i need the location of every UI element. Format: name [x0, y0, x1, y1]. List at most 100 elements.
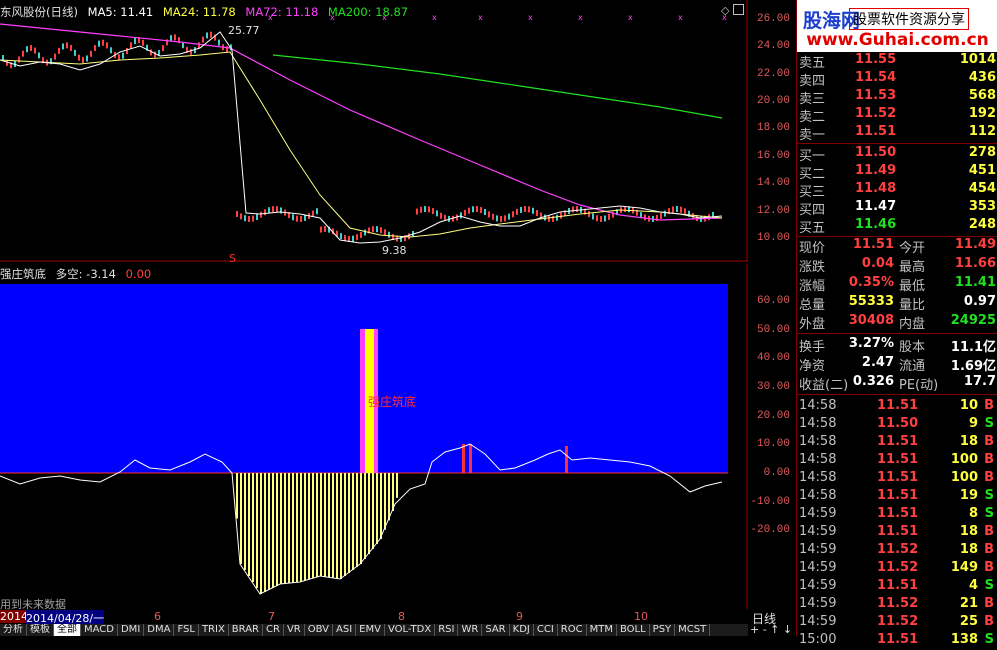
candle	[672, 206, 674, 213]
orderbook-row[interactable]: 买三 11.48 454	[799, 181, 996, 200]
tab-cr[interactable]: CR	[263, 624, 284, 636]
candle	[684, 208, 686, 215]
tab-boll[interactable]: BOLL	[617, 624, 650, 636]
tick-volume: 9	[968, 416, 978, 431]
indicator-bar	[360, 473, 362, 564]
tick-price: 11.51	[877, 398, 919, 413]
tab-dmi[interactable]: DMI	[118, 624, 145, 636]
y-tick: 10.00	[756, 438, 790, 450]
orderbook-row[interactable]: 卖三 11.53 568	[799, 88, 996, 107]
tab-mtm[interactable]: MTM	[587, 624, 617, 636]
candle	[130, 42, 132, 49]
candle	[420, 206, 422, 213]
candle	[644, 214, 646, 221]
tab-cci[interactable]: CCI	[534, 624, 558, 636]
candle	[552, 215, 554, 222]
tab-dma[interactable]: DMA	[144, 624, 175, 636]
tick-price: 11.52	[877, 596, 919, 611]
tab-kdj[interactable]: KDJ	[510, 624, 534, 636]
level-price: 11.53	[855, 88, 897, 103]
candle	[22, 50, 24, 57]
window-maximize-icon[interactable]	[733, 4, 744, 15]
month-label: 7	[268, 610, 275, 623]
tab-分析[interactable]: 分析	[0, 624, 27, 636]
candle	[134, 37, 136, 44]
orderbook-row[interactable]: 卖一 11.51 112	[799, 124, 996, 143]
candle	[206, 32, 208, 39]
tick-side: S	[984, 506, 994, 521]
tab-macd[interactable]: MACD	[81, 624, 118, 636]
stats-row: 收益(二) 0.326 PE(动) 17.7	[799, 374, 996, 393]
tab-fsl[interactable]: FSL	[174, 624, 199, 636]
tab-vr[interactable]: VR	[284, 624, 305, 636]
orderbook-row[interactable]: 卖四 11.54 436	[799, 70, 996, 89]
stats-label: 换手	[799, 340, 826, 355]
level-label: 卖四	[799, 74, 826, 89]
candle	[34, 47, 36, 54]
candle	[372, 226, 374, 233]
zoom-controls[interactable]: + - ↑ ↓	[750, 623, 792, 636]
candle	[360, 232, 362, 239]
indicator-bar	[372, 473, 374, 549]
tab-trix[interactable]: TRIX	[199, 624, 229, 636]
candle	[460, 212, 462, 219]
tick-side: B	[984, 542, 994, 557]
indicator-chart[interactable]: 强庄筑底	[0, 264, 748, 609]
window-restore-icon[interactable]: ◇	[721, 4, 729, 17]
stats-label: 股本	[899, 340, 926, 355]
candle	[264, 209, 266, 216]
tab-roc[interactable]: ROC	[558, 624, 587, 636]
tab-brar[interactable]: BRAR	[229, 624, 263, 636]
ma24-value: MA24: 11.78	[162, 5, 236, 19]
candle	[364, 229, 366, 236]
candle	[512, 211, 514, 218]
indicator-bar	[396, 473, 398, 498]
stats-value: 0.326	[852, 374, 894, 389]
candle	[324, 226, 326, 233]
indicator-bar	[316, 473, 318, 578]
candle	[18, 56, 20, 63]
tab-模板[interactable]: 模板	[27, 624, 54, 636]
orderbook-row[interactable]: 买四 11.47 353	[799, 199, 996, 218]
tick-price: 11.51	[877, 488, 919, 503]
kline-chart[interactable]: 25.77 9.38 S xxxx xxxx xx	[0, 0, 748, 262]
tab-vol-tdx[interactable]: VOL-TDX	[385, 624, 436, 636]
ma5-value: MA5: 11.41	[87, 5, 154, 19]
tab-全部[interactable]: 全部	[54, 624, 81, 636]
tab-obv[interactable]: OBV	[305, 624, 333, 636]
indicator-bar	[392, 473, 394, 511]
tick-volume: 21	[959, 596, 978, 611]
stats-label: PE(动)	[899, 378, 939, 393]
candle	[154, 51, 156, 58]
orderbook-row[interactable]: 买一 11.50 278	[799, 145, 996, 164]
indicator-duokong: 多空: -3.14	[55, 267, 116, 281]
orderbook-row[interactable]: 卖二 11.52 192	[799, 106, 996, 125]
quote-value: 0.35%	[848, 275, 894, 290]
orderbook-row[interactable]: 买二 11.49 451	[799, 163, 996, 182]
candle	[248, 215, 250, 222]
tab-emv[interactable]: EMV	[356, 624, 385, 636]
indicator-bar	[344, 473, 346, 576]
tick-side: S	[984, 416, 994, 431]
tick-volume: 19	[959, 488, 978, 503]
tab-asi[interactable]: ASI	[333, 624, 357, 636]
candle	[98, 40, 100, 47]
tick-price: 11.52	[877, 542, 919, 557]
date-axis: 2014 2014/04/28/一 6 7 8 9 10	[0, 610, 748, 626]
signal-bar	[469, 444, 472, 473]
tab-psy[interactable]: PSY	[650, 624, 676, 636]
level-price: 11.54	[855, 70, 897, 85]
tab-sar[interactable]: SAR	[482, 624, 510, 636]
stock-title: 东风股份(日线)	[0, 5, 78, 19]
tab-mcst[interactable]: MCST	[675, 624, 711, 636]
tick-row: 15:00 11.51 138 S	[799, 632, 996, 650]
level-price: 11.48	[855, 181, 897, 196]
candle	[236, 211, 238, 217]
orderbook-row[interactable]: 买五 11.46 248	[799, 217, 996, 236]
orderbook-row[interactable]: 卖五 11.55 1014	[799, 52, 996, 71]
tab-wr[interactable]: WR	[458, 624, 483, 636]
ad-banner[interactable]: 股海网 股票软件资源分享 www.Guhai.com.cn	[797, 0, 997, 52]
tick-side: B	[984, 524, 994, 539]
tab-rsi[interactable]: RSI	[435, 624, 459, 636]
tick-time: 14:59	[799, 542, 837, 557]
